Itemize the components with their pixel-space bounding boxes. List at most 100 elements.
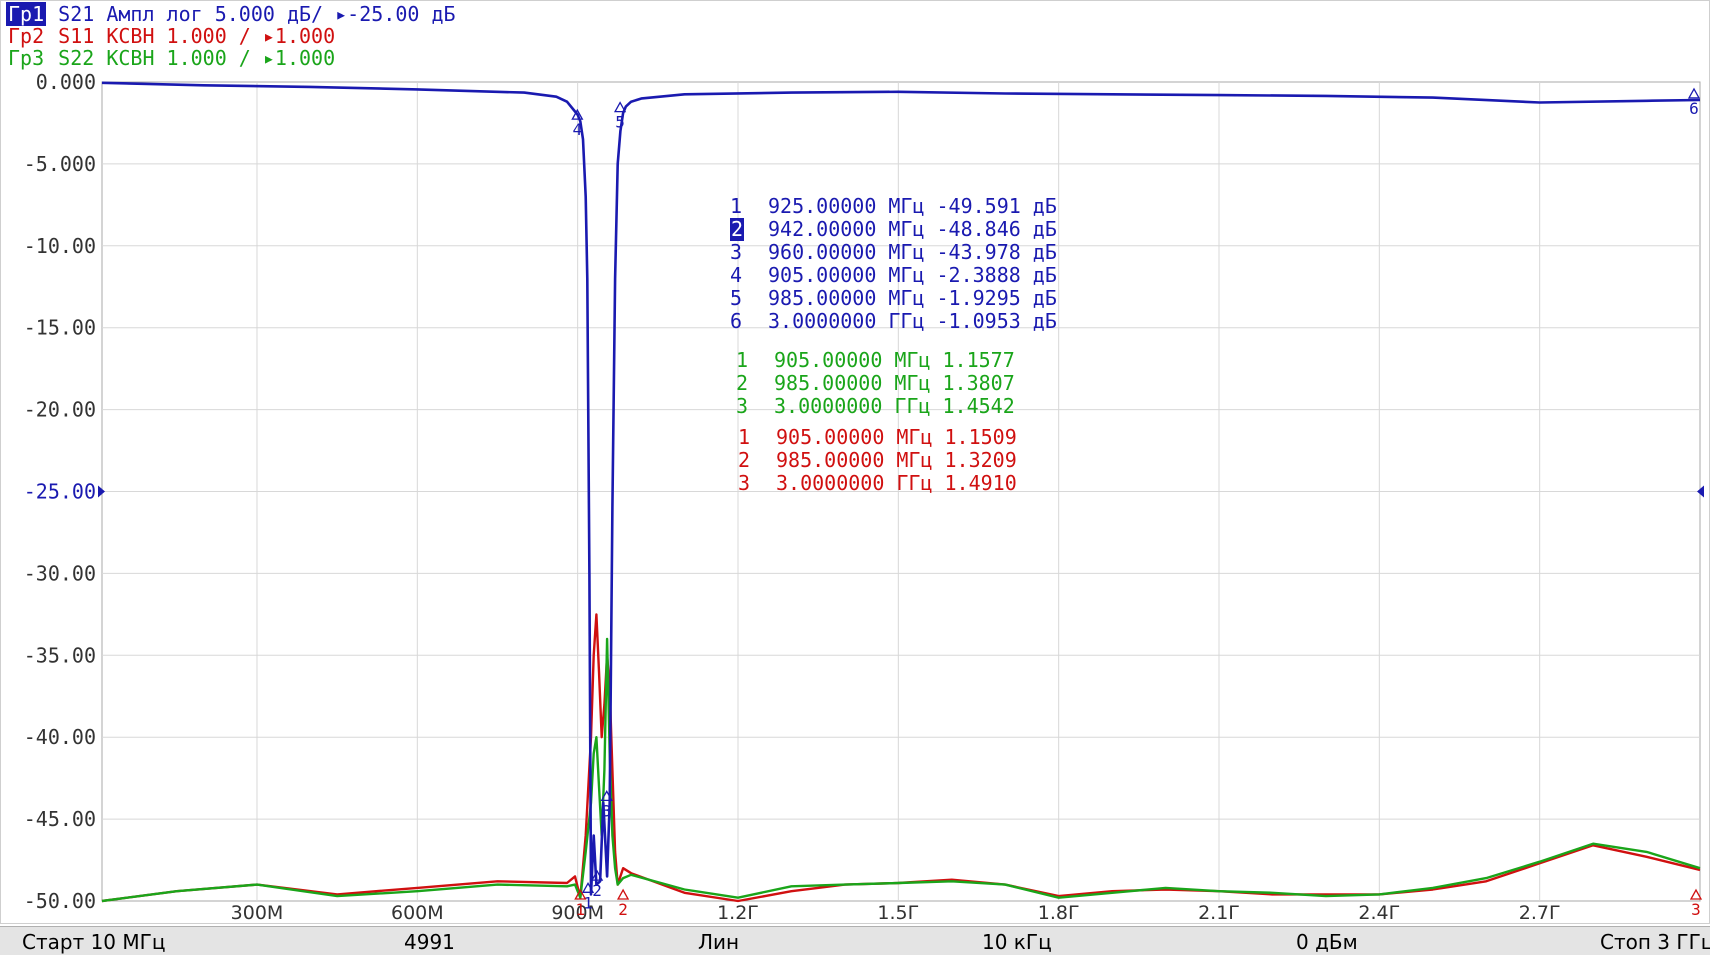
marker-frequency-unit: МГц (888, 217, 925, 241)
marker-value-unit: дБ (1032, 286, 1057, 310)
marker-s21-3-label: 3 (602, 801, 612, 820)
marker-frequency-unit: МГц (888, 240, 925, 264)
marker-row-s21[interactable]: 5 985.00000 МГц -1.9295 дБ (730, 287, 1057, 310)
y-tick-label: -25.00 (24, 480, 96, 504)
y-tick-label: -20.00 (24, 398, 96, 422)
sweep-type[interactable]: Лин (698, 930, 739, 954)
marker-s21-6-label: 6 (1689, 99, 1699, 118)
x-tick-label: 600М (391, 902, 444, 924)
x-tick-label: 2.7Г (1519, 902, 1561, 924)
trace1-settings: S21 Ампл лог 5.000 дБ/ ▸-25.00 дБ (46, 2, 456, 26)
marker-row-s21[interactable]: 4 905.00000 МГц -2.3888 дБ (730, 264, 1057, 287)
marker-row-s21[interactable]: 3 960.00000 МГц -43.978 дБ (730, 241, 1057, 264)
marker-value: 1.1509 (944, 425, 1017, 449)
marker-number: 3 (736, 394, 749, 418)
marker-value-unit: дБ (1032, 240, 1057, 264)
marker-number: 5 (730, 286, 743, 310)
trace3-settings: S22 КСВН 1.000 / ▸1.000 (46, 46, 336, 70)
marker-row-s11[interactable]: 2 985.00000 МГц 1.3209 (738, 449, 1029, 472)
marker-frequency-unit: МГц (896, 425, 933, 449)
x-tick-label: 1.5Г (877, 902, 919, 924)
marker-s11-1-label: 1 (576, 900, 586, 919)
marker-row-s22[interactable]: 1 905.00000 МГц 1.1577 (736, 349, 1027, 372)
marker-value: 1.1577 (942, 348, 1015, 372)
marker-s11-3-label: 3 (1691, 900, 1701, 919)
marker-frequency: 905.00000 (768, 263, 877, 287)
y-tick-label: -15.00 (24, 316, 96, 340)
y-tick-label: -5.000 (24, 152, 96, 176)
marker-row-s21[interactable]: 6 3.0000000 ГГц -1.0953 дБ (730, 310, 1057, 333)
marker-table-s22: 1 905.00000 МГц 1.1577 2 985.00000 МГц 1.3807 3 3… (736, 349, 1027, 418)
marker-frequency: 960.00000 (768, 240, 877, 264)
marker-value-unit: дБ (1032, 217, 1057, 241)
marker-frequency-unit: МГц (894, 348, 931, 372)
x-tick-label: 300М (231, 902, 284, 924)
marker-frequency: 925.00000 (768, 194, 877, 218)
marker-number: 2 (738, 448, 751, 472)
marker-frequency: 985.00000 (776, 448, 885, 472)
marker-value-unit: дБ (1032, 309, 1057, 333)
marker-row-s21[interactable]: 2 942.00000 МГц -48.846 дБ (730, 218, 1057, 241)
trace3-header[interactable]: Гр3 S22 КСВН 1.000 / ▸1.000 (6, 47, 335, 69)
marker-s11-2-label: 2 (618, 900, 628, 919)
y-tick-label: 0.000 (36, 70, 96, 94)
marker-number: 1 (736, 348, 749, 372)
marker-number: 2 (730, 217, 744, 241)
marker-value: -49.591 (936, 194, 1021, 218)
x-tick-label: 1.2Г (717, 902, 759, 924)
marker-frequency: 905.00000 (774, 348, 883, 372)
marker-s21-4-label: 4 (573, 120, 583, 139)
marker-number: 1 (730, 194, 743, 218)
marker-number: 2 (736, 371, 749, 395)
marker-frequency-unit: МГц (894, 371, 931, 395)
trace3-tag[interactable]: Гр3 (6, 46, 46, 70)
marker-frequency: 3.0000000 (774, 394, 883, 418)
if-bandwidth[interactable]: 10 кГц (982, 930, 1052, 954)
marker-frequency-unit: ГГц (894, 394, 931, 418)
marker-frequency: 985.00000 (774, 371, 883, 395)
marker-row-s21[interactable]: 1 925.00000 МГц -49.591 дБ (730, 195, 1057, 218)
x-tick-label: 1.8Г (1038, 902, 1080, 924)
stop-frequency[interactable]: Стоп 3 ГГц (1600, 930, 1710, 954)
status-bar: Старт 10 МГц 4991 Лин 10 кГц 0 дБм Стоп … (0, 926, 1710, 955)
marker-value: -43.978 (936, 240, 1021, 264)
trace1-header[interactable]: Гр1 S21 Ампл лог 5.000 дБ/ ▸-25.00 дБ (6, 2, 456, 26)
source-power[interactable]: 0 дБм (1296, 930, 1358, 954)
trace2-header[interactable]: Гр2 S11 КСВН 1.000 / ▸1.000 (6, 25, 335, 47)
trace1-tag[interactable]: Гр1 (6, 2, 47, 26)
marker-row-s11[interactable]: 3 3.0000000 ГГц 1.4910 (738, 472, 1029, 495)
marker-frequency-unit: МГц (888, 263, 925, 287)
marker-row-s22[interactable]: 2 985.00000 МГц 1.3807 (736, 372, 1027, 395)
analyzer-screen: 0.000 -5.000 -10.00 -15.00 -20.00 -25.00 -30.0… (0, 0, 1710, 955)
y-tick-label: -35.00 (24, 643, 96, 667)
marker-s21-5-label: 5 (615, 113, 625, 132)
marker-frequency-unit: ГГц (888, 309, 925, 333)
marker-frequency: 985.00000 (768, 286, 877, 310)
marker-value: -2.3888 (936, 263, 1021, 287)
x-tick-label: 2.4Г (1358, 902, 1400, 924)
trace2-settings: S11 КСВН 1.000 / ▸1.000 (46, 24, 336, 48)
marker-value: -48.846 (936, 217, 1021, 241)
y-tick-label: -10.00 (24, 234, 96, 258)
marker-table-s11: 1 905.00000 МГц 1.1509 2 985.00000 МГц 1.3209 3 3… (738, 426, 1029, 495)
marker-number: 3 (738, 471, 751, 495)
marker-table-s21: 1 925.00000 МГц -49.591 дБ 2 942.00000 МГц -48.8… (730, 195, 1057, 333)
marker-value: -1.0953 (936, 309, 1021, 333)
marker-value: 1.3807 (942, 371, 1015, 395)
marker-value-unit: дБ (1032, 194, 1057, 218)
marker-row-s22[interactable]: 3 3.0000000 ГГц 1.4542 (736, 395, 1027, 418)
marker-value: 1.3209 (944, 448, 1017, 472)
marker-value-unit: дБ (1032, 263, 1057, 287)
marker-row-s11[interactable]: 1 905.00000 МГц 1.1509 (738, 426, 1029, 449)
point-count[interactable]: 4991 (404, 930, 455, 954)
trace2-tag[interactable]: Гр2 (6, 24, 46, 48)
start-frequency[interactable]: Старт 10 МГц (22, 930, 165, 954)
marker-frequency: 905.00000 (776, 425, 885, 449)
marker-frequency: 942.00000 (768, 217, 877, 241)
marker-frequency-unit: МГц (888, 286, 925, 310)
y-tick-label: -40.00 (24, 725, 96, 749)
x-tick-label: 2.1Г (1198, 902, 1240, 924)
y-tick-label: -45.00 (24, 807, 96, 831)
marker-frequency-unit: МГц (888, 194, 925, 218)
marker-frequency: 3.0000000 (768, 309, 877, 333)
